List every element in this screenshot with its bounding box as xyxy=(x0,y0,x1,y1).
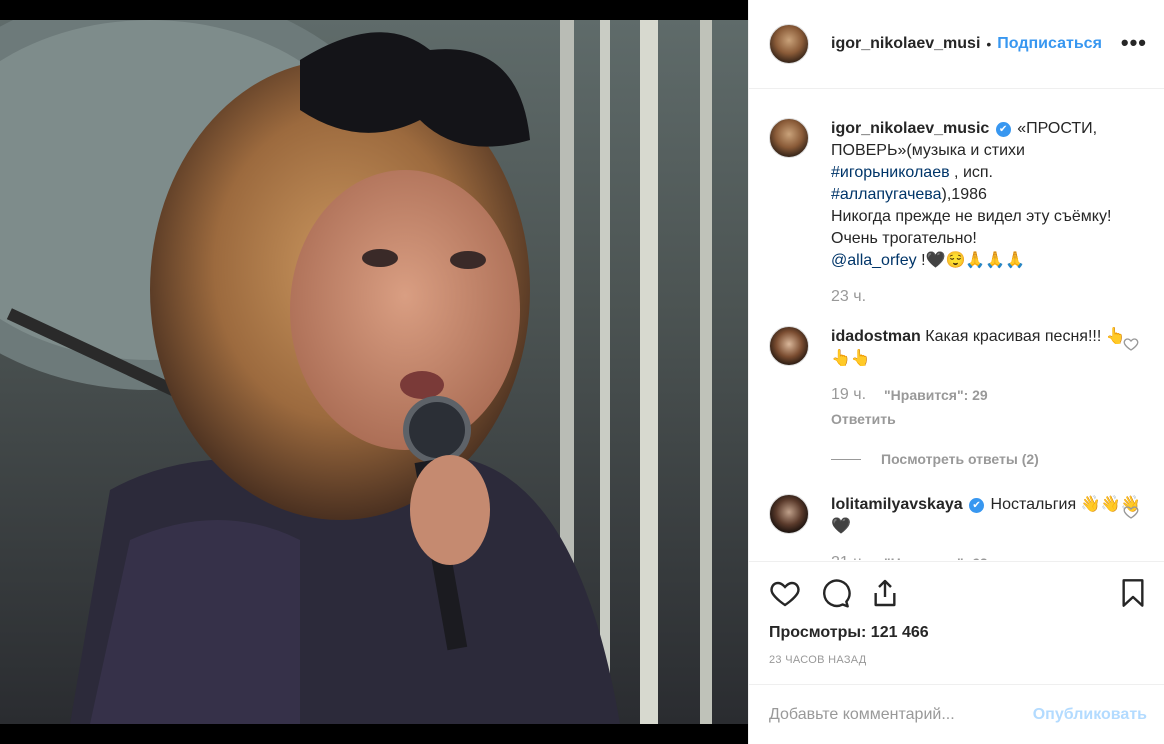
action-bar: Просмотры: 121 466 23 ЧАСОВ НАЗАД xyxy=(749,561,1164,683)
comment-item: idadostman Какая красивая песня!!! 👆👆👆 1… xyxy=(769,326,1164,470)
follow-button[interactable]: Подписаться xyxy=(997,35,1102,53)
comment-item: lolitamilyavskaya ✔ Ностальгия 👋👋👋🖤 21 ч… xyxy=(769,494,1164,560)
commenter-avatar[interactable] xyxy=(769,326,809,366)
author-avatar[interactable] xyxy=(769,24,809,64)
post-modal: igor_nikolaev_musi • Подписаться ••• igo… xyxy=(0,0,1164,744)
video-player[interactable] xyxy=(0,0,748,744)
post-header: igor_nikolaev_musi • Подписаться ••• xyxy=(749,0,1164,89)
view-replies-button[interactable]: Посмотреть ответы (2) xyxy=(831,448,1141,470)
hashtag-link[interactable]: #аллапугачева xyxy=(831,186,942,203)
bookmark-icon[interactable] xyxy=(1117,577,1149,609)
commenter-avatar[interactable] xyxy=(769,494,809,534)
header-separator: • xyxy=(986,36,992,52)
comment-username[interactable]: lolitamilyavskaya xyxy=(831,496,963,513)
comment-time[interactable]: 21 ч. xyxy=(831,552,866,560)
caption-meta: 23 ч. xyxy=(831,286,1141,308)
caption-username[interactable]: igor_nikolaev_music xyxy=(831,120,989,137)
author-username[interactable]: igor_nikolaev_musi xyxy=(831,35,980,53)
verified-icon: ✔ xyxy=(969,498,985,513)
caption-text: Никогда прежде не видел эту съёмку! Очен… xyxy=(831,208,1112,247)
comment-body: idadostman Какая красивая песня!!! 👆👆👆 1… xyxy=(831,326,1141,470)
comment-likes[interactable]: "Нравится": 29 xyxy=(884,384,988,406)
post-actions xyxy=(769,576,1149,610)
video-frame[interactable] xyxy=(0,20,748,724)
comment-icon[interactable] xyxy=(819,577,851,609)
post-side-panel: igor_nikolaev_musi • Подписаться ••• igo… xyxy=(748,0,1164,744)
more-options-icon[interactable]: ••• xyxy=(1121,30,1147,56)
caption-avatar[interactable] xyxy=(769,118,809,158)
replies-divider xyxy=(831,458,861,460)
caption-time[interactable]: 23 ч. xyxy=(831,286,866,308)
comment-body: lolitamilyavskaya ✔ Ностальгия 👋👋👋🖤 21 ч… xyxy=(831,494,1141,560)
like-comment-heart-icon[interactable] xyxy=(1123,336,1139,352)
heart-icon[interactable] xyxy=(769,577,801,609)
post-timestamp[interactable]: 23 ЧАСОВ НАЗАД xyxy=(769,654,1149,666)
views-value: 121 466 xyxy=(870,624,929,641)
caption-body: igor_nikolaev_music ✔ «ПРОСТИ, ПОВЕРЬ»(м… xyxy=(831,118,1141,308)
caption-text: !🖤😌🙏🙏🙏 xyxy=(921,252,1026,269)
verified-icon: ✔ xyxy=(995,122,1011,137)
comment-time[interactable]: 19 ч. xyxy=(831,384,866,406)
hashtag-link[interactable]: #игорьниколаев xyxy=(831,164,950,181)
caption-text: , исп. xyxy=(954,164,993,181)
comment-input[interactable] xyxy=(769,705,1033,724)
views-label: Просмотры: xyxy=(769,624,867,641)
publish-button[interactable]: Опубликовать xyxy=(1033,706,1147,724)
comment-likes[interactable]: "Нравится": 62 xyxy=(884,552,988,560)
reply-button[interactable]: Ответить xyxy=(831,408,1141,430)
like-comment-heart-icon[interactable] xyxy=(1123,504,1139,520)
caption: igor_nikolaev_music ✔ «ПРОСТИ, ПОВЕРЬ»(м… xyxy=(769,118,1164,308)
mention-link[interactable]: @alla_orfey xyxy=(831,252,917,269)
comment-meta: 21 ч. "Нравится": 62 xyxy=(831,552,1141,560)
video-still xyxy=(0,20,712,724)
comment-meta: 19 ч. "Нравится": 29 xyxy=(831,384,1141,406)
comments-list[interactable]: igor_nikolaev_music ✔ «ПРОСТИ, ПОВЕРЬ»(м… xyxy=(749,90,1164,560)
views-count[interactable]: Просмотры: 121 466 xyxy=(769,624,1149,642)
comment-username[interactable]: idadostman xyxy=(831,328,921,345)
share-icon[interactable] xyxy=(869,577,901,609)
view-replies-label: Посмотреть ответы (2) xyxy=(881,451,1039,467)
caption-text: ),1986 xyxy=(941,186,987,203)
add-comment-form: Опубликовать xyxy=(749,684,1164,744)
